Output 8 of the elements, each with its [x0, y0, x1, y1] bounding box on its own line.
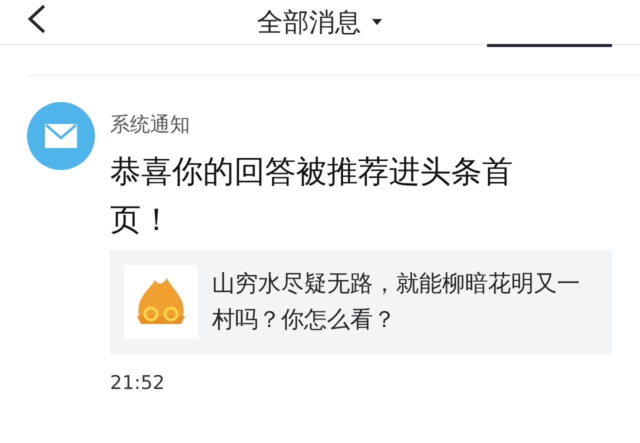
title-dropdown[interactable]: 全部消息 — [257, 4, 383, 40]
back-button[interactable] — [26, 4, 48, 34]
sender-name: 系统通知 — [110, 111, 191, 138]
timestamp: 21:52 — [110, 372, 166, 394]
message-text: 恭喜你的回答被推荐进头条首页！ — [110, 153, 514, 240]
caret-icon — [371, 18, 383, 26]
question-text: 山穷水尽疑无路，就能柳暗花明又一村吗？你怎么看？ — [212, 270, 581, 335]
linked-question-card[interactable]: 山穷水尽疑无路，就能柳暗花明又一村吗？你怎么看？ — [110, 250, 612, 354]
